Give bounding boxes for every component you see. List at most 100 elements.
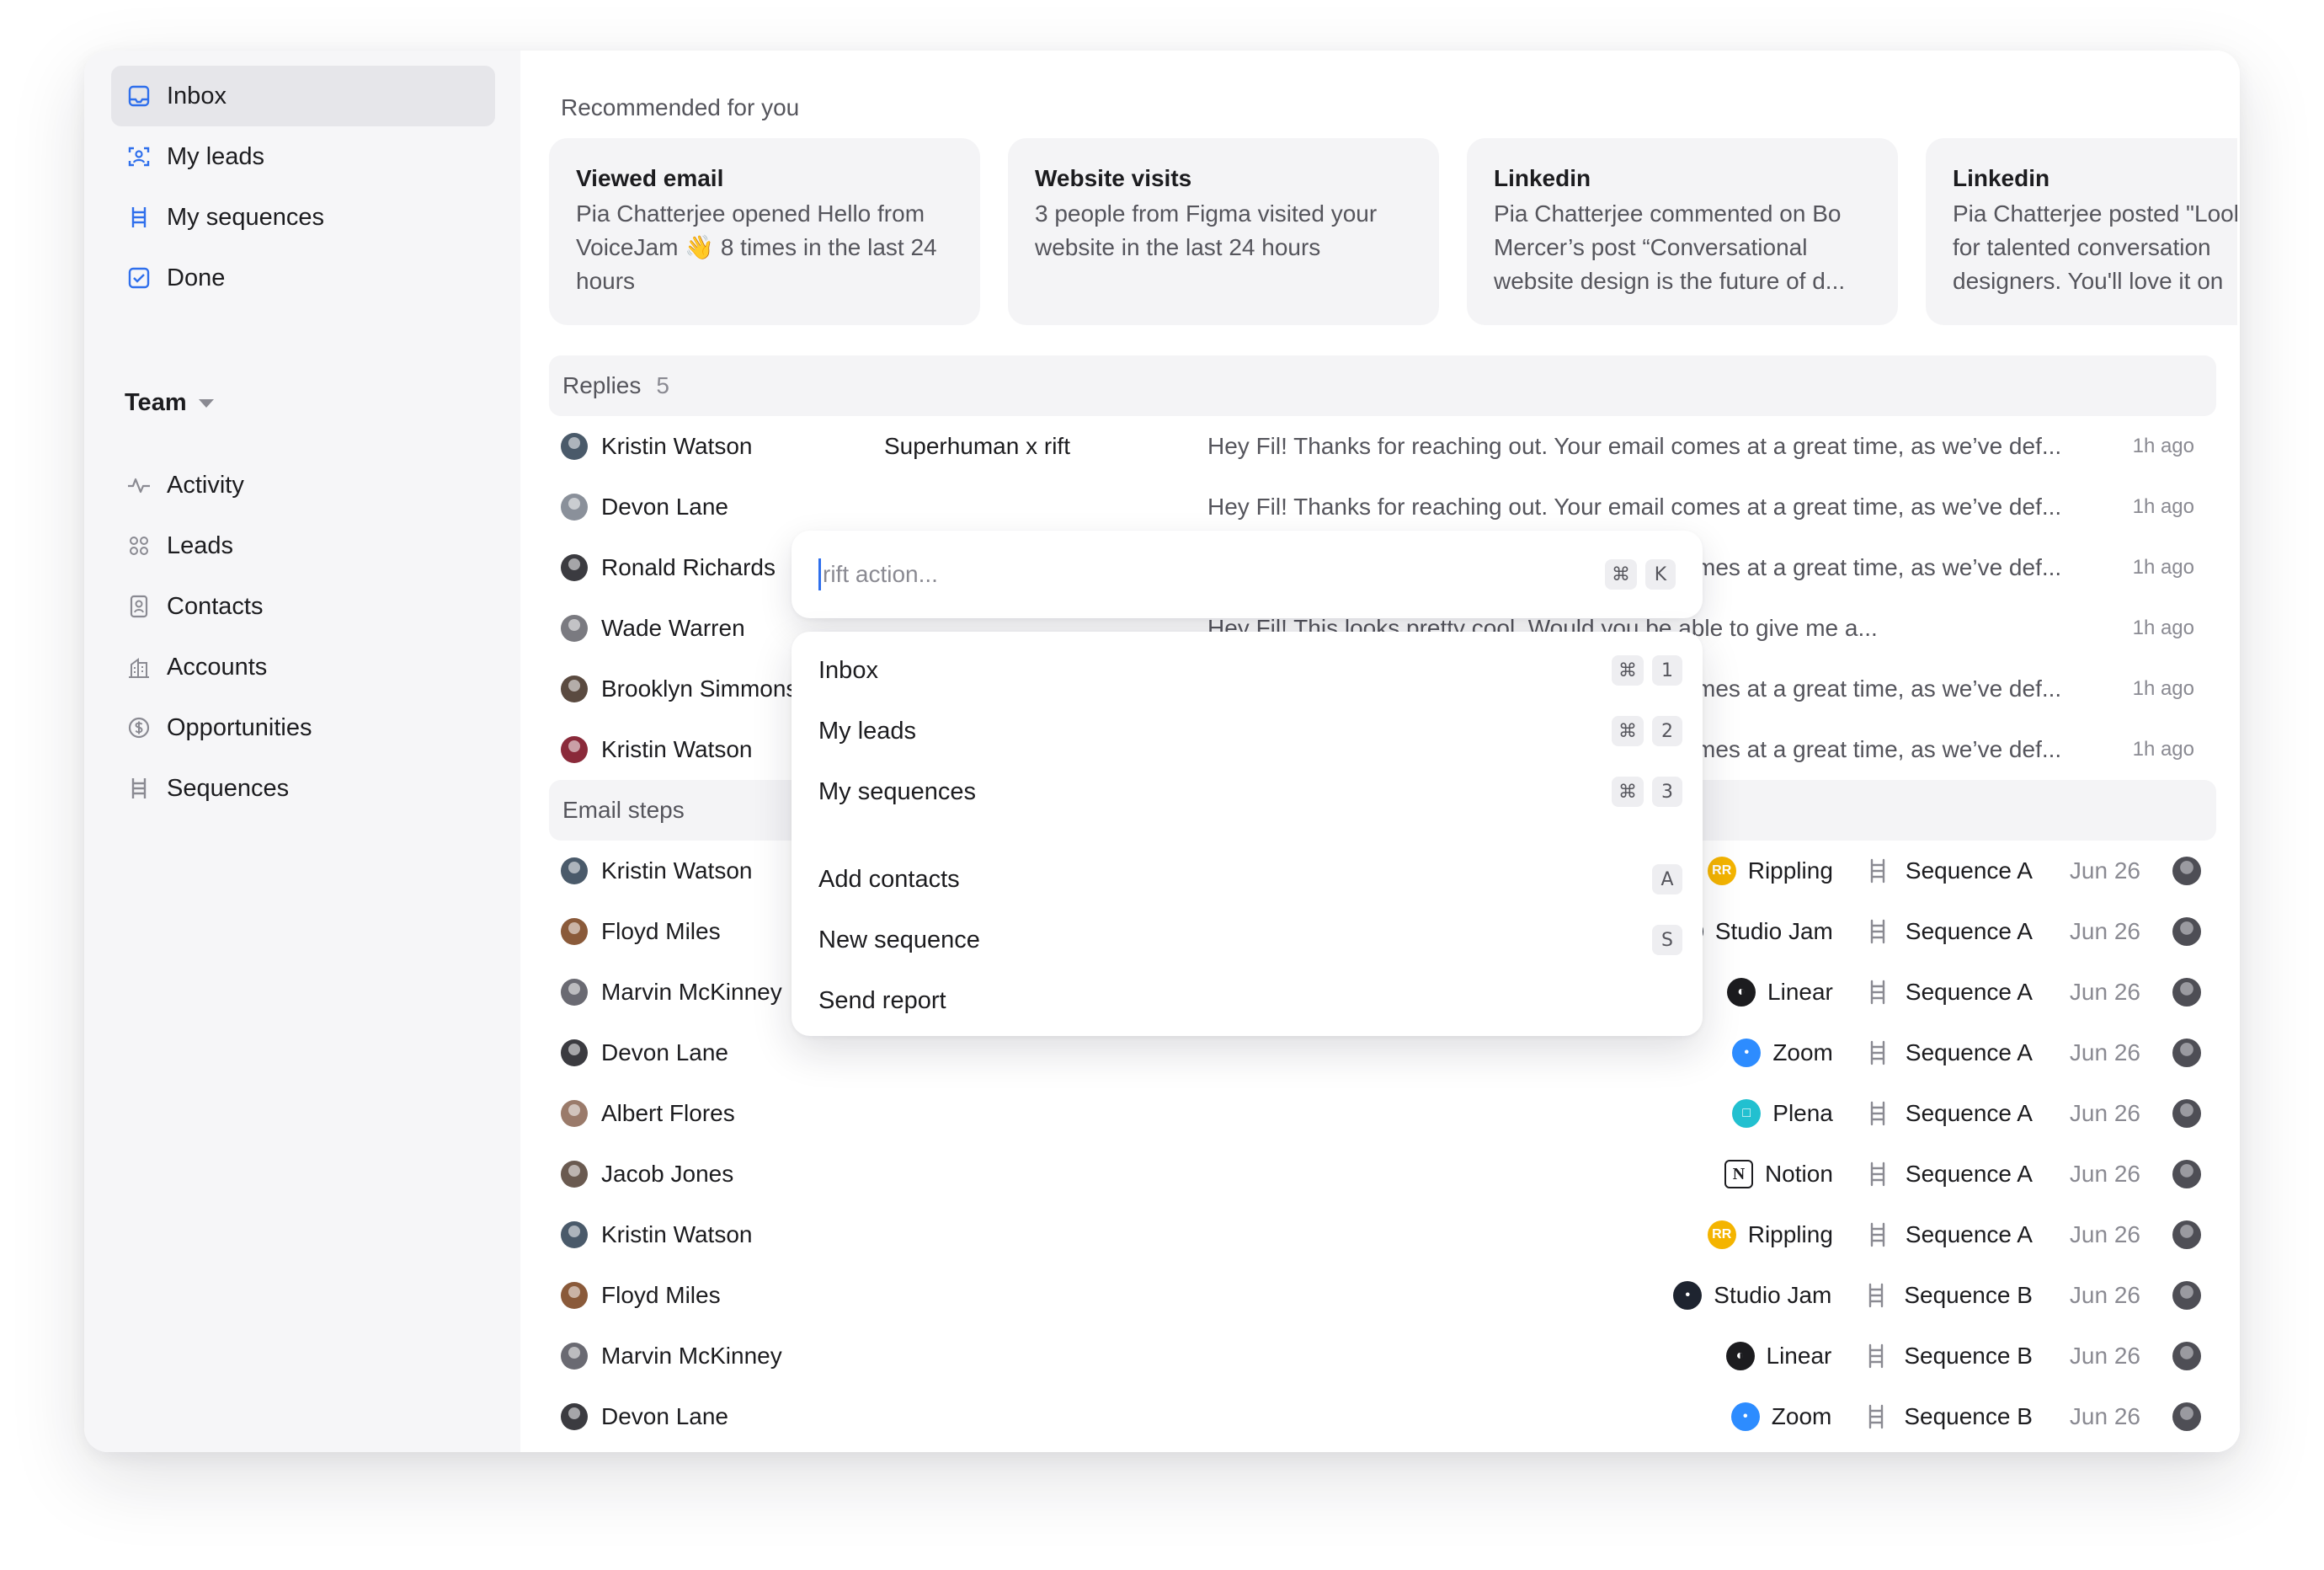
owner-avatar[interactable] — [2172, 1281, 2201, 1310]
recommendation-card[interactable]: Linkedin Pia Chatterjee commented on Bo M… — [1467, 138, 1898, 325]
owner-avatar[interactable] — [2172, 857, 2201, 885]
reply-time: 1h ago — [2132, 677, 2194, 700]
reply-sender: Kristin Watson — [601, 433, 753, 459]
sidebar-item-label: Sequences — [167, 774, 290, 802]
email-step-row[interactable]: Floyd Miles • Studio Jam Sequence B Jun 26 — [561, 1265, 2211, 1326]
rippling-logo-icon: RR — [1707, 857, 1736, 885]
email-step-row[interactable]: Albert Flores □ Plena Sequence A Jun 26 — [561, 1083, 2211, 1144]
avatar — [561, 433, 588, 460]
owner-avatar[interactable] — [2172, 1402, 2201, 1431]
reply-row[interactable]: Kristin Watson Superhuman x rift Hey Fil! … — [561, 416, 2211, 477]
command-input[interactable] — [823, 561, 1564, 588]
sidebar-item-my-sequences[interactable]: My sequences — [111, 187, 495, 248]
sidebar-item-leads[interactable]: Leads — [111, 515, 495, 576]
shortcut-keys: A — [1644, 864, 1682, 894]
reply-row[interactable]: Devon Lane Hey Fil! Thanks for reaching o… — [561, 477, 2211, 537]
avatar — [561, 1039, 588, 1066]
sidebar-item-inbox[interactable]: Inbox — [111, 66, 495, 126]
owner-avatar[interactable] — [2172, 1160, 2201, 1188]
owner-avatar[interactable] — [2172, 1039, 2201, 1067]
reply-sender: Devon Lane — [601, 494, 729, 520]
step-meta: •Studio JamSequence AJun 26 — [1674, 901, 2211, 962]
accounts-icon — [126, 654, 152, 680]
owner-avatar[interactable] — [2172, 1342, 2201, 1370]
command-label: My leads — [818, 717, 917, 745]
card-body: Pia Chatterjee commented on Bo Mercer’s … — [1494, 200, 1846, 294]
contacts-icon — [126, 594, 152, 619]
command-my-leads[interactable]: My leads ⌘ 2 — [792, 701, 1703, 761]
replies-label: Replies — [562, 372, 642, 398]
email-step-row[interactable]: Kristin Watson RR Rippling Sequence A Jun 26 — [561, 1204, 2211, 1265]
sidebar-item-label: My leads — [167, 142, 265, 170]
recommendation-card[interactable]: Linkedin Pia Chatterjee posted "Looking f… — [1926, 138, 2237, 325]
recommendation-card[interactable]: Website visits 3 people from Figma visite… — [1008, 138, 1439, 325]
team-label: Team — [125, 389, 187, 416]
avatar — [561, 554, 588, 581]
person-scan-icon — [126, 144, 152, 169]
team-section-toggle[interactable]: Team — [125, 389, 214, 417]
step-sequence: Sequence A — [1905, 1221, 2033, 1247]
sidebar-item-contacts[interactable]: Contacts — [111, 576, 495, 637]
step-contact: Devon Lane — [601, 1403, 729, 1429]
command-my-sequences[interactable]: My sequences ⌘ 3 — [792, 761, 1703, 822]
card-title: Viewed email — [576, 165, 724, 191]
text-cursor — [818, 558, 821, 590]
recommendation-card[interactable]: Viewed email Pia Chatterjee opened Hello … — [549, 138, 980, 325]
sequence-icon — [1870, 1222, 1885, 1247]
keycap: ⌘ — [1612, 655, 1644, 686]
step-company: Linear — [1766, 1343, 1832, 1369]
command-add-contacts[interactable]: Add contacts A — [792, 849, 1703, 910]
shortcut-keys: ⌘ 3 — [1603, 777, 1682, 807]
command-new-sequence[interactable]: New sequence S — [792, 910, 1703, 970]
sequence-icon — [1870, 1161, 1885, 1187]
step-meta: RR Rippling Sequence A Jun 26 — [1707, 1204, 2211, 1265]
owner-avatar[interactable] — [2172, 978, 2201, 1007]
sidebar-item-sequences[interactable]: Sequences — [111, 758, 495, 819]
email-steps-label: Email steps — [562, 797, 685, 823]
sidebar-item-opportunities[interactable]: Opportunities — [111, 697, 495, 758]
step-company: Linear — [1767, 979, 1833, 1005]
step-meta: • Studio Jam Sequence B Jun 26 — [1673, 1265, 2211, 1326]
keycap: 1 — [1652, 655, 1682, 686]
keycap: ⌘ — [1612, 716, 1644, 746]
card-body: Pia Chatterjee posted "Looking for talen… — [1953, 200, 2237, 294]
owner-avatar[interactable] — [2172, 1220, 2201, 1249]
step-company: Studio Jam — [1714, 1282, 1832, 1308]
step-date: Jun 26 — [2069, 1039, 2140, 1065]
avatar — [561, 1343, 588, 1370]
email-step-row[interactable]: Marvin McKinney ◐ Linear Sequence B Jun 26 — [561, 1326, 2211, 1386]
step-company: Zoom — [1771, 1403, 1832, 1429]
command-send-report[interactable]: Send report — [792, 970, 1703, 1031]
step-date: Jun 26 — [2069, 979, 2140, 1005]
sidebar-item-accounts[interactable]: Accounts — [111, 637, 495, 697]
sidebar-item-done[interactable]: Done — [111, 248, 495, 308]
command-inbox[interactable]: Inbox ⌘ 1 — [792, 640, 1703, 701]
sidebar-item-label: Accounts — [167, 653, 268, 681]
step-sequence: Sequence B — [1904, 1282, 2033, 1308]
email-step-row[interactable]: Devon Lane • Zoom Sequence B Jun 26 — [561, 1386, 2211, 1447]
owner-avatar[interactable] — [2172, 917, 2201, 946]
email-step-row[interactable]: Jacob Jones N Notion Sequence A Jun 26 — [561, 1144, 2211, 1204]
reply-preview: Hey Fil! Thanks for reaching out. Your e… — [1207, 433, 2062, 459]
checkbox-icon — [126, 265, 152, 291]
keycap: A — [1652, 864, 1682, 894]
owner-avatar[interactable] — [2172, 1099, 2201, 1128]
command-label: Send report — [818, 986, 946, 1014]
step-date: Jun 26 — [2069, 918, 2140, 944]
step-date: Jun 26 — [2069, 1161, 2140, 1187]
rippling-logo-icon: RR — [1707, 1220, 1736, 1249]
keycap: K — [1645, 559, 1676, 590]
replies-header[interactable]: Replies 5 — [549, 355, 2216, 416]
inbox-icon — [126, 83, 152, 109]
sidebar-item-label: My sequences — [167, 203, 324, 231]
card-title: Linkedin — [1953, 165, 2050, 191]
step-contact: Kristin Watson — [601, 1221, 753, 1247]
step-meta: ◐ Linear Sequence B Jun 26 — [1725, 1326, 2212, 1386]
step-sequence: Sequence A — [1905, 1161, 2033, 1187]
sidebar-item-activity[interactable]: Activity — [111, 455, 495, 515]
sidebar-item-my-leads[interactable]: My leads — [111, 126, 495, 187]
linear-logo-icon: ◐ — [1725, 1342, 1755, 1370]
sequence-icon — [1869, 1283, 1884, 1308]
avatar — [561, 857, 588, 884]
command-palette-search[interactable]: ⌘K — [792, 531, 1703, 618]
